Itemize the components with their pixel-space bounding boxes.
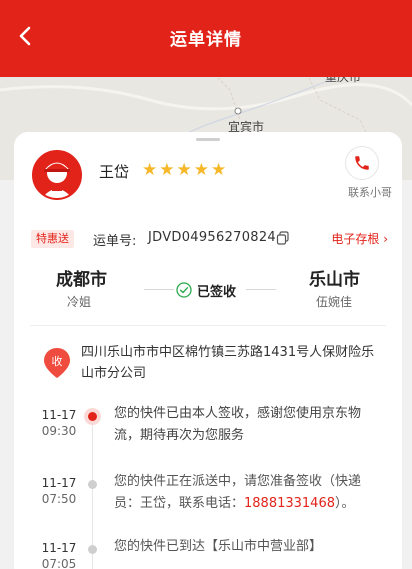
receiver-address: 四川乐山市市中区棉竹镇三苏路1431号人保财险乐山市分公司 (81, 345, 375, 381)
top-bar: 运单详情 (0, 0, 412, 77)
waybill-detail-page: 重庆市 宜宾市 运单详情 王岱 ★ ★ ★ ★ ★ 联系小哥 特惠送 运单号: … (0, 0, 412, 569)
courier-avatar (32, 150, 82, 200)
copy-icon[interactable] (276, 231, 290, 245)
timeline-text: 您的快件已到达【乐山市中营业部】 (114, 539, 323, 554)
route-line (144, 289, 174, 290)
star-icon: ★ (211, 160, 227, 180)
contact-courier-button[interactable] (345, 146, 379, 180)
star-icon: ★ (159, 160, 175, 180)
waybill-number-label: 运单号: (93, 234, 137, 249)
service-badge: 特惠送 (31, 230, 74, 248)
timeline-time: 09:30 (41, 424, 77, 438)
timeline-text: 您的快件正在派送中，请您准备签收（快递员：王岱，联系电话：18881331468… (114, 471, 380, 515)
timeline-date: 11-17 (41, 541, 77, 555)
courier-name: 王岱 (99, 163, 130, 181)
page-title: 运单详情 (170, 30, 242, 50)
timeline-dot (88, 480, 97, 489)
phone-icon (355, 156, 369, 170)
star-icon: ★ (142, 160, 158, 180)
contact-courier-label[interactable]: 联系小哥 (348, 184, 392, 200)
e-receipt-link[interactable]: 电子存根 › (331, 230, 388, 247)
waybill-card: 特惠送 运单号: JDVD04956270824 电子存根 › 成都市 冷姐 已… (14, 210, 402, 569)
destination-city: 乐山市 (309, 270, 360, 290)
receive-marker-label: 收 (52, 354, 63, 368)
waybill-number: JDVD04956270824 (148, 230, 276, 245)
timeline-date: 11-17 (41, 408, 77, 422)
timeline-time: 07:05 (41, 557, 77, 569)
timeline-dot (88, 545, 97, 554)
timeline-text: 您的快件已由本人签收，感谢您使用京东物流，期待再次为您服务 (114, 406, 362, 443)
timeline-dot-active (88, 412, 97, 421)
courier-phone-link[interactable]: 18881331468 (244, 496, 335, 511)
timeline-date: 11-17 (41, 476, 77, 490)
courier-avatar-image (34, 152, 80, 198)
origin-city: 成都市 (56, 270, 107, 290)
star-icon: ★ (176, 160, 192, 180)
receive-marker-icon: 收 (44, 348, 70, 378)
delivery-status: 已签收 (197, 285, 237, 300)
courier-rating: ★ ★ ★ ★ ★ (142, 162, 226, 179)
sender-name: 冷姐 (67, 295, 92, 309)
timeline-time: 07:50 (41, 492, 77, 506)
check-circle-icon (176, 282, 192, 298)
star-icon: ★ (193, 160, 209, 180)
drag-handle[interactable] (196, 138, 220, 141)
recipient-name: 伍婉佳 (315, 295, 352, 309)
timeline-text-part: ）。 (335, 496, 355, 511)
route-line (246, 289, 276, 290)
divider (30, 325, 386, 326)
route-summary: 成都市 冷姐 已签收 乐山市 伍婉佳 (14, 262, 402, 318)
